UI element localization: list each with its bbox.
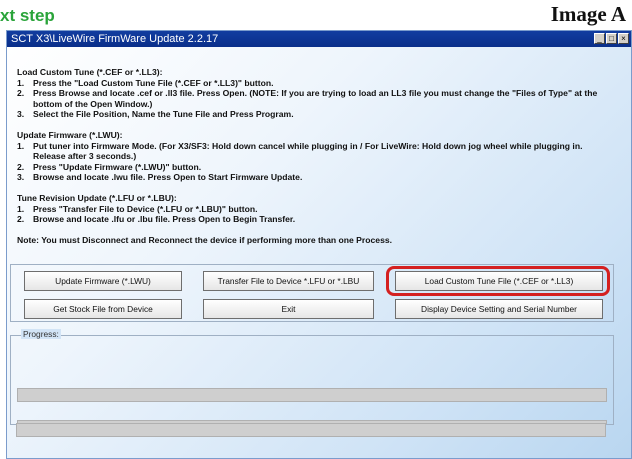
transfer-file-button[interactable]: Transfer File to Device *.LFU or *.LBU <box>203 271 374 291</box>
section-heading: Update Firmware (*.LWU): <box>17 129 123 140</box>
section-load-custom-tune: Load Custom Tune (*.CEF or *.LL3): 1. Pre… <box>17 67 617 120</box>
list-item: 2. Press Browse and locate .cef or .ll3 f… <box>17 88 598 109</box>
window-controls: _ □ × <box>594 33 629 44</box>
section-heading: Tune Revision Update (*.LFU or *.LBU): <box>17 192 177 203</box>
section-tune-revision: Tune Revision Update (*.LFU or *.LBU): 1… <box>17 193 617 225</box>
progress-bar <box>17 388 607 402</box>
list-item: 1. Press "Transfer File to Device (*.LFU … <box>17 203 258 214</box>
list-item: 2. Press "Update Firmware (*.LWU)" button… <box>17 161 202 172</box>
list-item: 1. Press the "Load Custom Tune File (*.CE… <box>17 77 274 88</box>
maximize-button[interactable]: □ <box>606 33 617 44</box>
display-settings-button[interactable]: Display Device Setting and Serial Number <box>395 299 603 319</box>
list-item: 3. Browse and locate .lwu file. Press Ope… <box>17 172 303 183</box>
get-stock-file-button[interactable]: Get Stock File from Device <box>24 299 182 319</box>
list-item: 3. Select the File Position, Name the Tun… <box>17 109 294 120</box>
section-update-firmware: Update Firmware (*.LWU): 1. Put tuner int… <box>17 130 617 183</box>
update-firmware-button[interactable]: Update Firmware (*.LWU) <box>24 271 182 291</box>
list-item: 2. Browse and locate .lfu or .lbu file. P… <box>17 214 296 225</box>
instructions: Load Custom Tune (*.CEF or *.LL3): 1. Pre… <box>17 67 617 245</box>
progress-label: Progress: <box>21 329 61 339</box>
image-label: Image A <box>550 2 626 26</box>
progress-group: Progress: <box>10 329 614 425</box>
title-bar: SCT X3\LiveWire FirmWare Update 2.2.17 _… <box>7 31 631 47</box>
list-item: 1. Put tuner into Firmware Mode. (For X3/… <box>17 140 583 162</box>
step-label: xt step <box>0 6 55 25</box>
progress-bar <box>16 423 606 437</box>
section-heading: Load Custom Tune (*.CEF or *.LL3): <box>17 67 163 77</box>
minimize-button[interactable]: _ <box>594 33 605 44</box>
disconnect-note: Note: You must Disconnect and Reconnect … <box>17 234 393 245</box>
window-title: SCT X3\LiveWire FirmWare Update 2.2.17 <box>11 33 219 45</box>
highlight-annotation <box>386 266 610 296</box>
close-button[interactable]: × <box>618 33 629 44</box>
exit-button[interactable]: Exit <box>203 299 374 319</box>
